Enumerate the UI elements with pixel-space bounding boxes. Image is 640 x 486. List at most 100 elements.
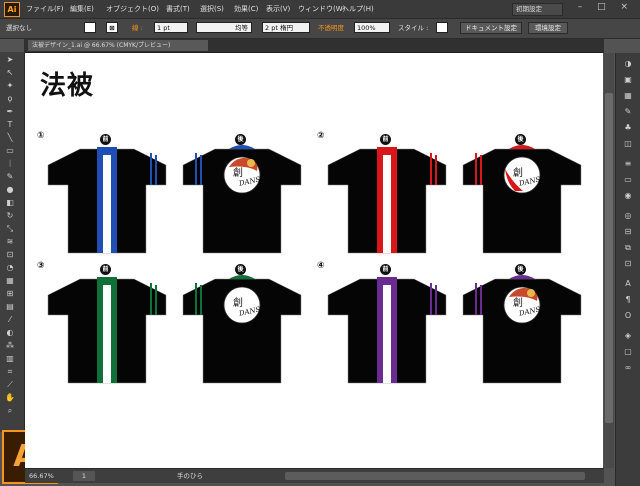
rectangle-tool-icon[interactable]: ▭ (4, 146, 16, 156)
menu-effect[interactable]: 効果(C) (234, 3, 258, 15)
opacity-input[interactable]: 100% (354, 22, 390, 33)
swatches-panel-icon[interactable]: ▦ (622, 91, 634, 101)
document-tab-bar: 法被デザイン_1.ai @ 66.67% (CMYK/プレビュー) (24, 39, 604, 53)
happi-front-view (47, 277, 167, 384)
free-transform-tool-icon[interactable]: ⊡ (4, 250, 16, 260)
artboard-canvas[interactable]: 法被 ① 前後創 DANS ② 前後創 DANS ③ 前後創 DANS ④ 前後創 DANS (25, 53, 603, 468)
menu-file[interactable]: ファイル(F) (26, 3, 64, 15)
menu-object[interactable]: オブジェクト(O) (106, 3, 159, 15)
variable-width-profile[interactable]: 均等 (196, 22, 252, 33)
opentype-panel-icon[interactable]: O (622, 311, 634, 321)
slice-tool-icon[interactable]: ⟋ (4, 380, 16, 390)
color-guide-panel-icon[interactable]: ▣ (622, 75, 634, 85)
control-bar: 選択なし ⊠ 線 : 1 pt 均等 2 pt 楕円 不透明度 100% スタイ… (0, 19, 640, 39)
appearance-panel-icon[interactable]: ◎ (622, 211, 634, 221)
transform-panel-icon[interactable]: ⊡ (622, 259, 634, 269)
eraser-tool-icon[interactable]: ◧ (4, 198, 16, 208)
set-number: ② (317, 131, 325, 141)
pen-tool-icon[interactable]: ✒ (4, 107, 16, 117)
tools-panel: ➤ ↖ ✦ ϙ ✒ T ╲ ▭ ᛁ ✎ ● ◧ ↻ ⤡ ≋ ⊡ ◔ ▦ ⊞ ▤ … (0, 52, 25, 432)
svg-text:創: 創 (513, 167, 523, 179)
character-panel-icon[interactable]: A (622, 279, 634, 289)
menu-type[interactable]: 書式(T) (166, 3, 190, 15)
gradient-tool-icon[interactable]: ▤ (4, 302, 16, 312)
selection-tool-icon[interactable]: ➤ (4, 55, 16, 65)
happi-front-view (327, 147, 447, 254)
happi-front-view (47, 147, 167, 254)
artboard-number[interactable]: 1 (73, 471, 95, 481)
workspace-switcher[interactable]: 初期設定 (512, 3, 563, 16)
hand-tool-icon[interactable]: ✋ (4, 393, 16, 403)
lasso-tool-icon[interactable]: ϙ (4, 94, 16, 104)
artboards-panel-icon[interactable]: ▢ (622, 347, 634, 357)
brushes-panel-icon[interactable]: ✎ (622, 107, 634, 117)
blend-tool-icon[interactable]: ◐ (4, 328, 16, 338)
set-number: ④ (317, 261, 325, 271)
graphic-style-swatch[interactable] (436, 22, 448, 33)
column-graph-tool-icon[interactable]: ▥ (4, 354, 16, 364)
brush-definition[interactable]: 2 pt 楕円 (262, 22, 310, 33)
opacity-label[interactable]: 不透明度 (318, 23, 344, 34)
layers-panel-icon[interactable]: ◈ (622, 331, 634, 341)
svg-text:創: 創 (233, 297, 243, 309)
document-setup-button[interactable]: ドキュメント設定 (460, 22, 522, 34)
vertical-scroll-thumb[interactable] (605, 93, 613, 423)
panel-dock: ◑ ▣ ▦ ✎ ♣ ◫ ≡ ▭ ◉ ◎ ⊟ ⧉ ⊡ A ¶ O ◈ ▢ ∞ (615, 53, 640, 486)
perspective-grid-tool-icon[interactable]: ▦ (4, 276, 16, 286)
happi-set: ③ 前後創 DANS (37, 261, 307, 384)
happi-back-view: 創DANS (462, 275, 582, 384)
happi-back-view: 創DANS (182, 275, 302, 384)
horizontal-scroll-thumb[interactable] (285, 472, 585, 480)
stroke-swatch-icon[interactable]: ⊠ (106, 22, 118, 33)
window-controls[interactable]: – □ × (578, 2, 634, 12)
zoom-tool-icon[interactable]: ⌕ (4, 406, 16, 416)
svg-text:創: 創 (233, 167, 243, 179)
scale-tool-icon[interactable]: ⤡ (4, 224, 16, 234)
happi-front-view (327, 277, 447, 384)
align-panel-icon[interactable]: ⊟ (622, 227, 634, 237)
mesh-tool-icon[interactable]: ⊞ (4, 289, 16, 299)
gradient-panel-icon[interactable]: ▭ (622, 175, 634, 185)
blob-brush-tool-icon[interactable]: ● (4, 185, 16, 195)
document-tab[interactable]: 法被デザイン_1.ai @ 66.67% (CMYK/プレビュー) (28, 40, 208, 51)
menu-select[interactable]: 選択(S) (200, 3, 224, 15)
paragraph-panel-icon[interactable]: ¶ (622, 295, 634, 305)
rotate-tool-icon[interactable]: ↻ (4, 211, 16, 221)
type-tool-icon[interactable]: T (4, 120, 16, 130)
happi-set: ① 前後創 DANS (37, 131, 307, 254)
menu-help[interactable]: ヘルプ(H) (342, 3, 374, 15)
status-bar: 66.67% 1 手のひら (25, 468, 604, 483)
page-title: 法被 (40, 71, 95, 101)
warp-tool-icon[interactable]: ≋ (4, 237, 16, 247)
selection-status: 選択なし (6, 24, 32, 32)
symbols-panel-icon[interactable]: ♣ (622, 123, 634, 133)
line-tool-icon[interactable]: ╲ (4, 133, 16, 143)
fill-swatch[interactable] (84, 22, 96, 33)
happi-set: ④ 前後創 DANS (317, 261, 587, 384)
current-tool-status: 手のひら (177, 472, 203, 480)
transparency-panel-icon[interactable]: ◉ (622, 191, 634, 201)
stroke-label[interactable]: 線 : (132, 23, 143, 34)
menu-window[interactable]: ウィンドウ(W) (298, 3, 345, 15)
eyedropper-tool-icon[interactable]: ⁄ (4, 315, 16, 325)
preferences-button[interactable]: 環境設定 (528, 22, 568, 34)
stroke-panel-icon[interactable]: ≡ (622, 159, 634, 169)
artboard-tool-icon[interactable]: ⌗ (4, 367, 16, 377)
pathfinder-panel-icon[interactable]: ⧉ (622, 243, 634, 253)
graphic-styles-panel-icon[interactable]: ◫ (622, 139, 634, 149)
happi-back-view: 創DANS (462, 145, 582, 254)
pencil-tool-icon[interactable]: ✎ (4, 172, 16, 182)
happi-set: ② 前後創 DANS (317, 131, 587, 254)
vertical-scrollbar[interactable] (604, 53, 614, 468)
symbol-sprayer-tool-icon[interactable]: ⁂ (4, 341, 16, 351)
menu-edit[interactable]: 編集(E) (70, 3, 94, 15)
links-panel-icon[interactable]: ∞ (622, 363, 634, 373)
color-panel-icon[interactable]: ◑ (622, 59, 634, 69)
zoom-level[interactable]: 66.67% (29, 471, 54, 481)
menu-view[interactable]: 表示(V) (266, 3, 290, 15)
stroke-weight-input[interactable]: 1 pt (154, 22, 188, 33)
magic-wand-tool-icon[interactable]: ✦ (4, 81, 16, 91)
shape-builder-tool-icon[interactable]: ◔ (4, 263, 16, 273)
direct-selection-tool-icon[interactable]: ↖ (4, 68, 16, 78)
paintbrush-tool-icon[interactable]: ᛁ (4, 159, 16, 169)
